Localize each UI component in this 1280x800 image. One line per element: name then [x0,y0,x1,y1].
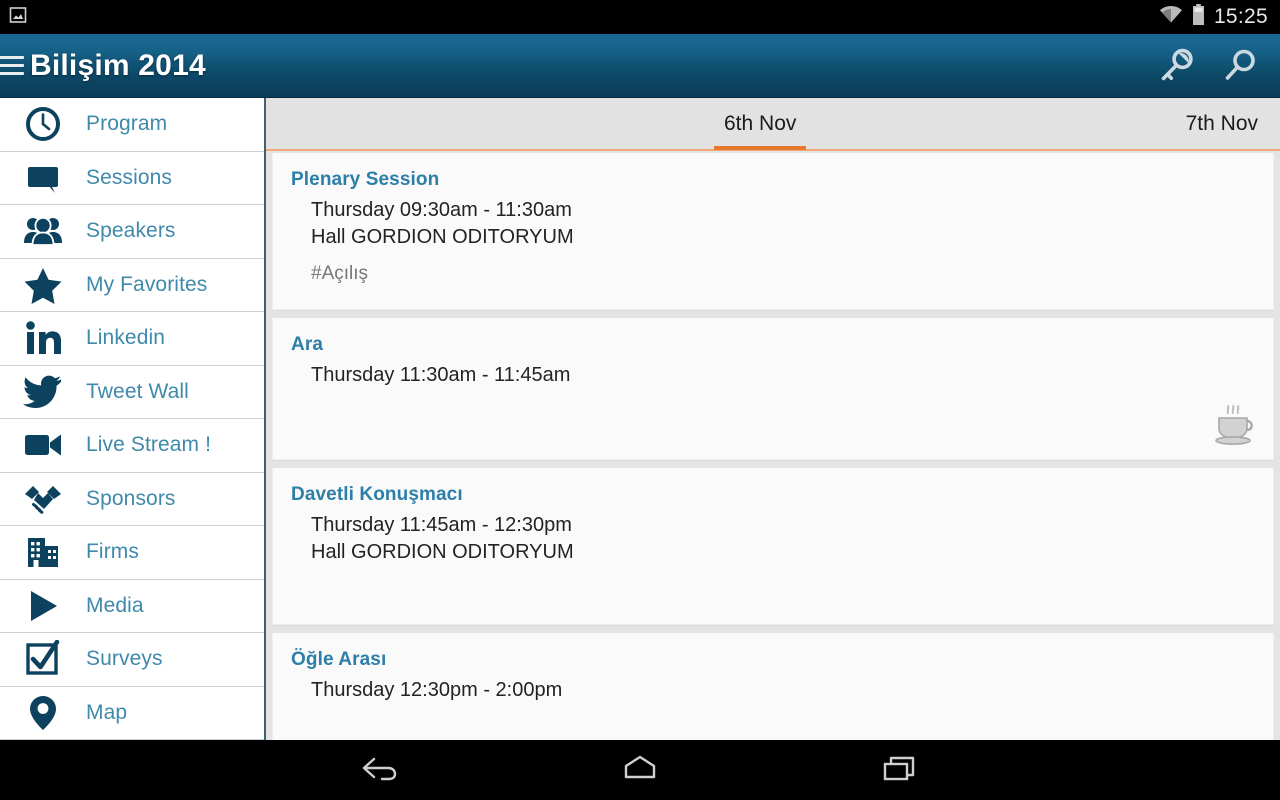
session-title: Plenary Session [291,169,440,190]
back-arrow-icon [358,751,402,790]
session-title: Davetli Konuşmacı [291,484,463,505]
status-notifications [0,5,28,30]
sidebar-item-label: Speakers [86,219,176,243]
sidebar-item-speakers[interactable]: Speakers [0,205,264,259]
sidebar-item-label: Program [86,112,168,136]
android-status-bar: 15:25 [0,0,1280,34]
sidebar-item-label: Map [86,700,128,724]
sidebar-item-sessions[interactable]: Sessions [0,151,264,205]
session-card[interactable]: Davetli Konuşmacı Thursday 11:45am - 12:… [272,468,1274,625]
session-title: Öğle Arası [291,649,387,670]
day-tabbar: 6th Nov 7th Nov [266,98,1280,151]
search-icon[interactable] [1216,42,1264,90]
session-time: Thursday 11:45am - 12:30pm [311,514,572,536]
app-action-bar: Bilişim 2014 [0,34,1280,98]
session-card[interactable]: Öğle Arası Thursday 12:30pm - 2:00pm [272,633,1274,740]
recent-apps-icon [878,751,922,790]
star-icon [0,266,86,304]
status-indicators: 15:25 [1159,3,1280,31]
people-icon [0,212,86,250]
session-tag: #Açılış [311,263,369,284]
key-icon[interactable] [1152,42,1200,90]
home-icon [618,751,662,790]
sidebar-item-label: Live Stream ! [86,433,212,457]
main-content: 6th Nov 7th Nov Plenary Session Thursday… [266,98,1280,740]
status-clock: 15:25 [1213,5,1268,28]
sidebar-item-label: Firms [86,540,139,564]
session-details: Thursday 09:30am - 11:30am Hall GORDION … [273,191,1273,251]
session-time: Thursday 12:30pm - 2:00pm [311,679,563,701]
session-hall: Hall GORDION ODITORYUM [311,226,574,248]
android-navigation-bar [0,740,1280,800]
wifi-icon [1159,5,1183,29]
handshake-icon [0,481,86,517]
action-bar-actions [1152,42,1280,90]
sidebar-item-sponsors[interactable]: Sponsors [0,472,264,526]
sidebar-item-my-favorites[interactable]: My Favorites [0,258,264,312]
session-card[interactable]: Ara Thursday 11:30am - 11:45am [272,318,1274,460]
sidebar-item-label: Sponsors [86,486,176,510]
sidebar-item-label: Surveys [86,647,163,671]
location-pin-icon [0,694,86,732]
app-root: 15:25 Bilişim 2014 Program Sessions Spea… [0,0,1280,800]
session-list[interactable]: Plenary Session Thursday 09:30am - 11:30… [266,153,1280,740]
sidebar-item-firms[interactable]: Firms [0,526,264,580]
tab-7th-nov[interactable]: 7th Nov [1168,98,1276,150]
recents-button[interactable] [865,747,935,793]
screenshot-image-icon [8,5,28,30]
sidebar-item-live-stream[interactable]: Live Stream ! [0,419,264,473]
battery-icon [1192,3,1205,31]
coffee-cup-icon [1207,404,1257,451]
app-title: Bilişim 2014 [30,48,206,82]
sidebar-item-media[interactable]: Media [0,579,264,633]
sidebar-item-surveys[interactable]: Surveys [0,633,264,687]
checkbox-checked-icon [0,640,86,678]
session-time: Thursday 09:30am - 11:30am [311,199,572,221]
twitter-bird-icon [0,374,86,410]
speech-bubble-icon [0,159,86,197]
back-button[interactable] [345,747,415,793]
video-camera-icon [0,428,86,462]
session-time: Thursday 11:30am - 11:45am [311,364,571,386]
session-title: Ara [291,334,323,355]
play-icon [0,588,86,624]
linkedin-icon [0,319,86,357]
sidebar-item-linkedin[interactable]: Linkedin [0,312,264,366]
sidebar-item-label: Linkedin [86,326,166,350]
sidebar-item-label: My Favorites [86,272,208,296]
sidebar-item-label: Media [86,593,144,617]
sidebar-item-label: Tweet Wall [86,379,189,403]
session-card[interactable]: Plenary Session Thursday 09:30am - 11:30… [272,153,1274,310]
sidebar-navigation[interactable]: Program Sessions Speakers My Favorites L… [0,98,266,740]
clock-icon [0,105,86,143]
session-details: Thursday 11:30am - 11:45am [273,356,1273,389]
sidebar-item-program[interactable]: Program [0,98,264,152]
sidebar-item-map[interactable]: Map [0,686,264,740]
sidebar-item-tweet-wall[interactable]: Tweet Wall [0,365,264,419]
session-hall: Hall GORDION ODITORYUM [311,541,574,563]
session-details: Thursday 12:30pm - 2:00pm [273,671,1273,704]
sidebar-item-label: Sessions [86,165,173,189]
building-icon [0,533,86,571]
hamburger-menu-icon[interactable] [0,50,24,81]
home-button[interactable] [605,747,675,793]
tab-6th-nov[interactable]: 6th Nov [706,98,814,150]
session-details: Thursday 11:45am - 12:30pm Hall GORDION … [273,506,1273,566]
